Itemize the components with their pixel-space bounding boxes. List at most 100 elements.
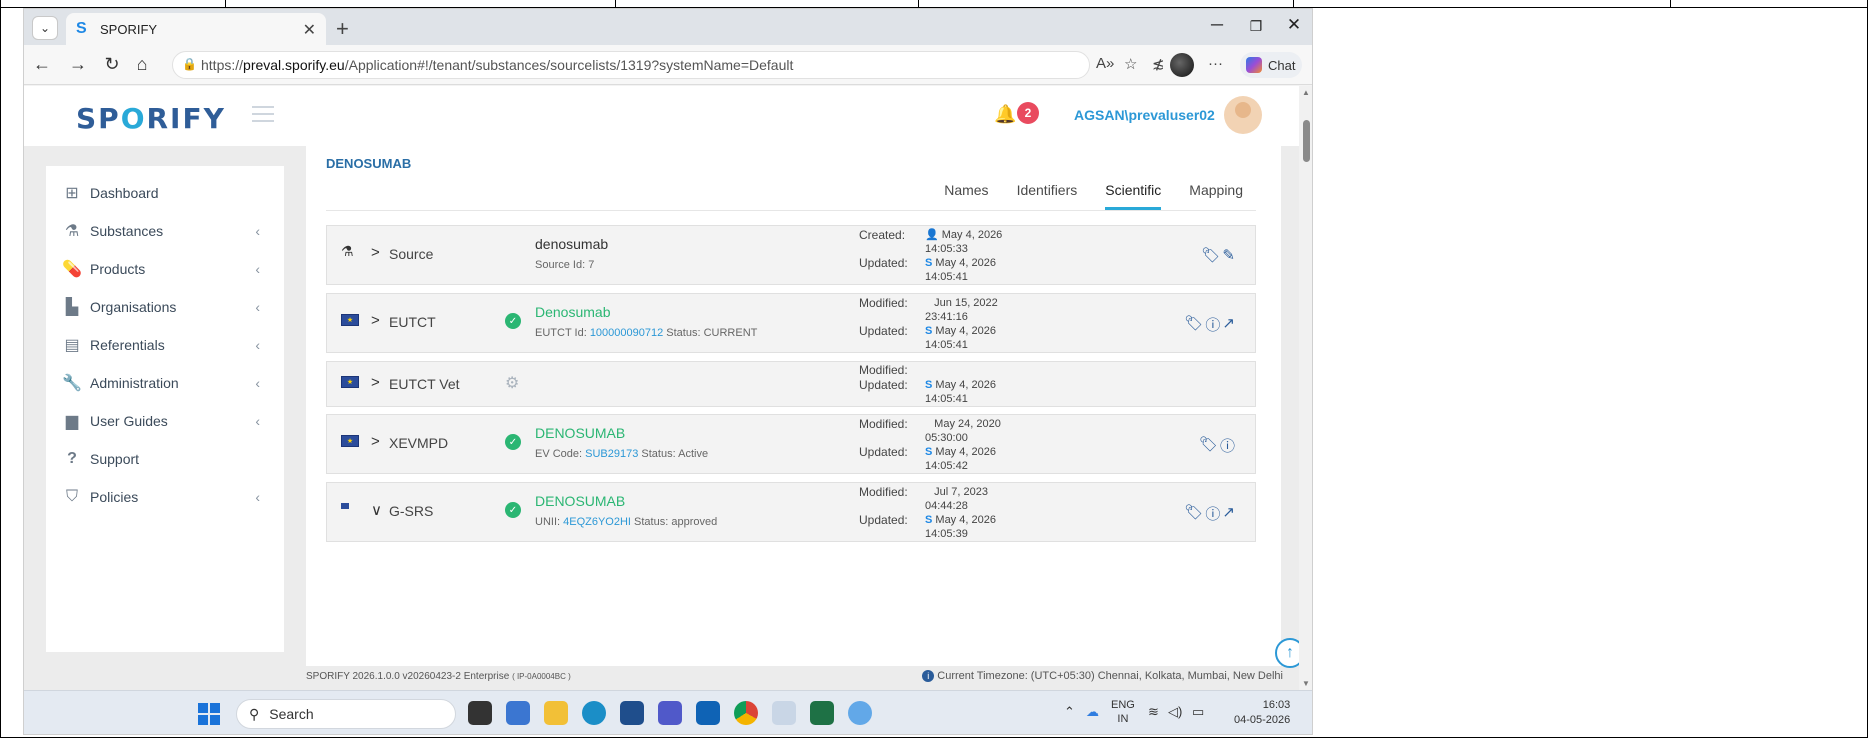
substance-name: denosumab: [535, 236, 609, 252]
unii-link[interactable]: 4EQZ6YO2HI: [563, 516, 631, 528]
url-field[interactable]: 🔒 https://preval.sporify.eu/Application#…: [172, 51, 1090, 79]
industry-icon: ▙: [65, 299, 79, 316]
updated-value: S May 4, 2026 14:05:41: [925, 257, 996, 283]
tag-icon[interactable]: 🏷: [1184, 314, 1203, 335]
sidebar-item-policies[interactable]: ⛉ Policies ‹: [46, 478, 284, 516]
source-card-eutct[interactable]: ★ > EUTCT ✓ Denosumab EUTCT Id: 10000009…: [326, 293, 1256, 353]
modified-label: Modified:: [859, 485, 908, 499]
minimize-button[interactable]: ─: [1197, 15, 1237, 35]
edge-browser-icon[interactable]: [582, 701, 606, 725]
restore-button[interactable]: ❐: [1236, 18, 1276, 35]
chrome-browser-icon[interactable]: [734, 701, 758, 725]
tab-names[interactable]: Names: [944, 182, 988, 210]
store-app-icon[interactable]: [620, 701, 644, 725]
substance-name[interactable]: Denosumab: [535, 304, 611, 320]
back-button[interactable]: ←: [28, 54, 56, 75]
tab-actions-button[interactable]: ⌄: [32, 16, 58, 40]
sidebar-item-dashboard[interactable]: ⊞ Dashboard: [46, 174, 284, 212]
wifi-icon[interactable]: ≋: [1148, 704, 1159, 720]
scroll-down-arrow-icon[interactable]: ▼: [1302, 679, 1310, 688]
eu-flag-icon: ★: [341, 314, 359, 326]
profile-avatar[interactable]: [1170, 53, 1194, 77]
sidebar-item-referentials[interactable]: ▤ Referentials ‹: [46, 326, 284, 364]
hamburger-menu-icon[interactable]: [252, 106, 274, 127]
chevron-right-icon[interactable]: >: [371, 374, 380, 391]
source-card-eutct-vet[interactable]: ★ > EUTCT Vet ⚙ Modified: Updated: S May…: [326, 361, 1256, 407]
sidebar-item-organisations[interactable]: ▙ Organisations ‹: [46, 288, 284, 326]
eutct-id-link[interactable]: 100000090712: [590, 327, 663, 339]
favorite-star-icon[interactable]: ☆: [1124, 55, 1137, 73]
user-name[interactable]: AGSAN\prevaluser02: [1074, 107, 1215, 123]
ev-code-link[interactable]: SUB29173: [585, 448, 638, 460]
sidebar-item-label: Support: [90, 451, 140, 467]
notification-bell-icon[interactable]: 🔔: [994, 104, 1016, 125]
read-aloud-icon[interactable]: A»: [1096, 55, 1114, 72]
chevron-left-icon: ‹: [255, 261, 260, 277]
refresh-button[interactable]: ↻: [98, 54, 126, 75]
edit-icon[interactable]: ✎: [1222, 246, 1235, 264]
tag-icon[interactable]: 🏷: [1201, 246, 1220, 264]
outlook-app-icon[interactable]: [696, 701, 720, 725]
tag-icon[interactable]: 🏷: [1199, 435, 1218, 456]
forward-button[interactable]: →: [64, 54, 92, 75]
external-link-icon[interactable]: ↗: [1222, 314, 1235, 335]
tag-icon[interactable]: 🏷: [1184, 503, 1203, 524]
close-window-button[interactable]: ✕: [1274, 15, 1312, 35]
substance-name[interactable]: DENOSUMAB: [535, 425, 625, 441]
sidebar-item-products[interactable]: 💊 Products ‹: [46, 250, 284, 288]
chevron-right-icon[interactable]: >: [371, 433, 380, 450]
sidebar-item-label: Organisations: [90, 299, 177, 315]
substance-name[interactable]: DENOSUMAB: [535, 493, 625, 509]
chevron-right-icon[interactable]: >: [371, 244, 380, 261]
m365-app-icon[interactable]: [506, 701, 530, 725]
notification-count-badge[interactable]: 2: [1017, 102, 1039, 124]
volume-icon[interactable]: ◁): [1168, 704, 1182, 720]
source-card-source[interactable]: ⚗ > Source denosumab Source Id: 7 Create…: [326, 225, 1256, 285]
source-card-xevmpd[interactable]: ★ > XEVMPD ✓ DENOSUMAB EV Code: SUB29173…: [326, 414, 1256, 474]
show-hidden-icons-chevron[interactable]: ⌃: [1064, 704, 1075, 720]
teams-app-icon[interactable]: [658, 701, 682, 725]
copilot-chat-button[interactable]: Chat: [1240, 52, 1302, 78]
tab-identifiers[interactable]: Identifiers: [1017, 182, 1078, 210]
user-avatar[interactable]: [1224, 96, 1262, 134]
info-icon[interactable]: ⓘ: [1220, 435, 1235, 456]
close-tab-icon[interactable]: ✕: [303, 20, 316, 40]
battery-icon[interactable]: ▭: [1192, 704, 1204, 720]
browser-tab[interactable]: S SPORIFY ✕: [66, 13, 326, 45]
more-menu-icon[interactable]: ···: [1208, 55, 1223, 72]
favorites-list-icon[interactable]: ≴: [1152, 55, 1165, 73]
scroll-up-arrow-icon[interactable]: ▲: [1302, 88, 1310, 97]
language-indicator[interactable]: ENG IN: [1111, 698, 1135, 726]
onedrive-cloud-icon[interactable]: ☁: [1086, 704, 1099, 720]
windows-start-button[interactable]: [198, 703, 220, 725]
home-button[interactable]: ⌂: [128, 54, 156, 75]
cloud-app-icon[interactable]: [848, 701, 872, 725]
substance-tabs: Names Identifiers Scientific Mapping: [944, 182, 1243, 210]
tab-scientific[interactable]: Scientific: [1105, 182, 1162, 210]
page-scrollbar[interactable]: ▲ ▼: [1299, 86, 1312, 690]
info-icon[interactable]: ⓘ: [1205, 503, 1220, 524]
chevron-right-icon[interactable]: >: [371, 312, 380, 329]
card-actions: 🏷 ⓘ ↗: [1184, 314, 1235, 335]
tab-mapping[interactable]: Mapping: [1189, 182, 1243, 210]
new-tab-button[interactable]: +: [336, 16, 349, 42]
task-view-icon[interactable]: [468, 701, 492, 725]
scrollbar-thumb[interactable]: [1303, 120, 1310, 162]
url-path: /Application#!/tenant/substances/sourcel…: [344, 57, 794, 73]
excel-app-icon[interactable]: [810, 701, 834, 725]
taskbar-clock[interactable]: 16:03 04-05-2026: [1234, 698, 1290, 728]
chevron-down-icon[interactable]: ∨: [371, 501, 382, 519]
sidebar-item-substances[interactable]: ⚗ Substances ‹: [46, 212, 284, 250]
sporify-logo[interactable]: SPORIFY: [76, 102, 226, 135]
source-card-g-srs[interactable]: ∨ G-SRS ✓ DENOSUMAB UNII: 4EQZ6YO2HI Sta…: [326, 482, 1256, 542]
taskbar-search[interactable]: ⚲ Search: [236, 699, 456, 729]
sidebar-item-administration[interactable]: 🔧 Administration ‹: [46, 364, 284, 402]
sidebar-item-user-guides[interactable]: ▆ User Guides ‹: [46, 402, 284, 440]
info-icon[interactable]: ⓘ: [1205, 314, 1220, 335]
external-link-icon[interactable]: ↗: [1222, 503, 1235, 524]
updated-label: Updated:: [859, 324, 908, 338]
sidebar-item-support[interactable]: ? Support: [46, 440, 284, 478]
address-bar-row: ← → ↻ ⌂ 🔒 https://preval.sporify.eu/Appl…: [24, 45, 1312, 85]
file-explorer-icon[interactable]: [544, 701, 568, 725]
media-player-icon[interactable]: [772, 701, 796, 725]
